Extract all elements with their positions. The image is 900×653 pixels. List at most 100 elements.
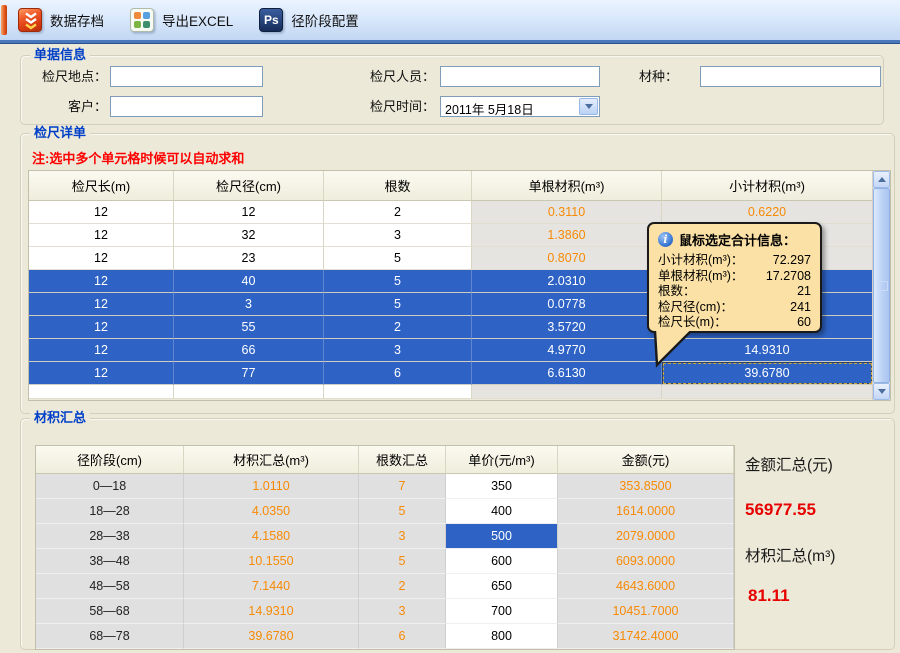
- detail-cell-unit_volume[interactable]: 0.8070: [472, 247, 662, 270]
- detail-cell-count[interactable]: 5: [324, 293, 472, 316]
- detail-cell-count[interactable]: 6: [324, 362, 472, 385]
- summary-cell-price[interactable]: 500: [446, 524, 558, 549]
- summary-column-header: 根数汇总: [359, 446, 446, 474]
- summary-table: 径阶段(cm)材积汇总(m³)根数汇总单价(元/m³)金额(元) 0—181.0…: [35, 445, 735, 650]
- summary-cell-amount: 353.8500: [558, 474, 734, 499]
- detail-cell-length[interactable]: 12: [29, 362, 174, 385]
- volume-summary-legend: 材积汇总: [30, 411, 90, 425]
- detail-cell-diameter[interactable]: 55: [174, 316, 324, 339]
- detail-cell-count[interactable]: 5: [324, 270, 472, 293]
- scroll-up-button[interactable]: [873, 171, 890, 188]
- scrollbar-thumb[interactable]: [873, 188, 890, 383]
- detail-cell-unit_volume[interactable]: 4.9770: [472, 339, 662, 362]
- detail-column-header: 检尺径(cm): [174, 171, 324, 201]
- detail-cell-diameter[interactable]: 77: [174, 362, 324, 385]
- detail-cell-count[interactable]: 2: [324, 201, 472, 224]
- summary-cell-count: 5: [359, 549, 446, 574]
- summary-cell-count: 7: [359, 474, 446, 499]
- customer-label: 客户：: [23, 96, 107, 117]
- tooltip-row-label: 单根材积(m³)：: [658, 269, 743, 285]
- summary-cell-count: 5: [359, 499, 446, 524]
- archive-icon: [18, 8, 42, 32]
- scroll-down-button[interactable]: [873, 383, 890, 400]
- location-input[interactable]: [110, 66, 263, 87]
- detail-cell-diameter[interactable]: 32: [174, 224, 324, 247]
- location-label: 检尺地点：: [23, 66, 107, 87]
- detail-cell-unit_volume[interactable]: 3.5720: [472, 316, 662, 339]
- date-combobox[interactable]: 2011年 5月18日: [440, 96, 600, 117]
- summary-table-row: 38—4810.155056006093.0000: [36, 549, 734, 574]
- summary-cell-range: 68—78: [36, 624, 184, 649]
- detail-cell-diameter[interactable]: 23: [174, 247, 324, 270]
- inspector-input[interactable]: [440, 66, 600, 87]
- detail-cell-length[interactable]: 12: [29, 224, 174, 247]
- detail-cell-length[interactable]: 12: [29, 247, 174, 270]
- archive-button[interactable]: 数据存档: [14, 3, 108, 37]
- export-excel-button[interactable]: 导出EXCEL: [126, 3, 237, 37]
- selection-sum-tooltip: i 鼠标选定合计信息： 小计材积(m³)：72.297单根材积(m³)：17.2…: [647, 222, 822, 333]
- detail-cell-count[interactable]: 2: [324, 316, 472, 339]
- detail-cell-diameter[interactable]: 3: [174, 293, 324, 316]
- detail-cell-unit_volume[interactable]: 6.6130: [472, 362, 662, 385]
- summary-table-row: 48—587.144026504643.6000: [36, 574, 734, 599]
- summary-cell-price[interactable]: 800: [446, 624, 558, 649]
- detail-cell-length[interactable]: 12: [29, 201, 174, 224]
- summary-cell-price[interactable]: 650: [446, 574, 558, 599]
- date-combobox-dropdown-button[interactable]: [579, 98, 598, 115]
- tooltip-row-value: 72.297: [773, 253, 811, 269]
- detail-empty-cell[interactable]: [29, 385, 174, 399]
- date-label: 检尺时间：: [358, 96, 435, 117]
- chevron-down-icon: [585, 104, 593, 109]
- detail-table-row: 121220.31100.6220: [29, 201, 873, 224]
- summary-table-header: 径阶段(cm)材积汇总(m³)根数汇总单价(元/m³)金额(元): [36, 446, 734, 474]
- volume-total-value: 81.11: [748, 586, 790, 606]
- material-input[interactable]: [700, 66, 881, 87]
- document-info-legend: 单据信息: [30, 48, 90, 62]
- tooltip-row-value: 241: [790, 300, 811, 316]
- summary-cell-price[interactable]: 400: [446, 499, 558, 524]
- detail-cell-unit_volume[interactable]: 0.0778: [472, 293, 662, 316]
- summary-cell-amount: 10451.7000: [558, 599, 734, 624]
- detail-cell-length[interactable]: 12: [29, 316, 174, 339]
- tooltip-row-label: 检尺长(m)：: [658, 315, 727, 331]
- tooltip-row-label: 检尺径(cm)：: [658, 300, 733, 316]
- summary-cell-count: 2: [359, 574, 446, 599]
- detail-empty-cell[interactable]: [472, 385, 662, 399]
- tooltip-row-label: 小计材积(m³)：: [658, 253, 743, 269]
- summary-cell-price[interactable]: 350: [446, 474, 558, 499]
- archive-button-label: 数据存档: [50, 10, 104, 30]
- detail-cell-unit_volume[interactable]: 1.3860: [472, 224, 662, 247]
- summary-cell-amount: 31742.4000: [558, 624, 734, 649]
- detail-empty-cell[interactable]: [174, 385, 324, 399]
- detail-list-legend: 检尺详单: [30, 126, 90, 140]
- detail-cell-length[interactable]: 12: [29, 339, 174, 362]
- summary-cell-price[interactable]: 700: [446, 599, 558, 624]
- detail-table-header: 检尺长(m)检尺径(cm)根数单根材积(m³)小计材积(m³): [29, 171, 873, 201]
- toolbar-grip[interactable]: [1, 5, 7, 35]
- detail-cell-diameter[interactable]: 66: [174, 339, 324, 362]
- chevron-down-icon: [878, 389, 886, 394]
- tooltip-row-label: 根数：: [658, 284, 696, 300]
- customer-input[interactable]: [110, 96, 263, 117]
- detail-cell-subtotal[interactable]: 0.6220: [662, 201, 873, 224]
- detail-cell-count[interactable]: 5: [324, 247, 472, 270]
- summary-cell-price[interactable]: 600: [446, 549, 558, 574]
- detail-cell-unit_volume[interactable]: 2.0310: [472, 270, 662, 293]
- detail-cell-diameter[interactable]: 12: [174, 201, 324, 224]
- diameter-class-config-button[interactable]: Ps 径阶段配置: [255, 3, 363, 37]
- detail-cell-count[interactable]: 3: [324, 339, 472, 362]
- summary-column-header: 材积汇总(m³): [184, 446, 359, 474]
- summary-cell-range: 28—38: [36, 524, 184, 549]
- scrollbar-grip: [878, 281, 888, 291]
- detail-cell-diameter[interactable]: 40: [174, 270, 324, 293]
- detail-table-scrollbar[interactable]: [872, 171, 890, 400]
- detail-cell-count[interactable]: 3: [324, 224, 472, 247]
- detail-cell-unit_volume[interactable]: 0.3110: [472, 201, 662, 224]
- detail-cell-length[interactable]: 12: [29, 270, 174, 293]
- detail-cell-length[interactable]: 12: [29, 293, 174, 316]
- detail-empty-cell[interactable]: [324, 385, 472, 399]
- multi-select-sum-note: 注:选中多个单元格时候可以自动求和: [32, 148, 244, 167]
- detail-empty-cell[interactable]: [662, 385, 873, 399]
- summary-table-row: 18—284.035054001614.0000: [36, 499, 734, 524]
- summary-cell-amount: 4643.6000: [558, 574, 734, 599]
